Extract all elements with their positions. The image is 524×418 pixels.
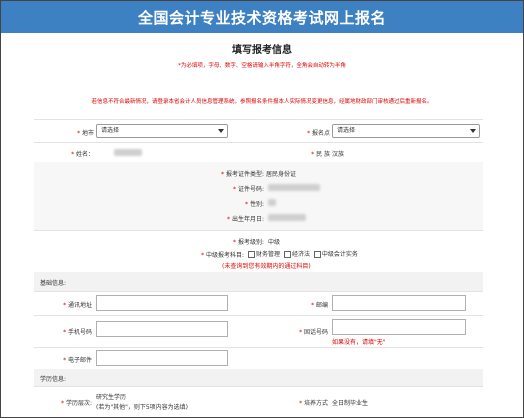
phone-hint: 如果没有，请填"无" <box>332 339 386 346</box>
format-note: *为必填项，字母、数字、空格请输入半角字符，全角会自动转为半角 <box>178 63 346 69</box>
row-address-postcode: * 通讯地址 * 邮编 <box>34 291 483 316</box>
chevron-down-icon <box>470 129 476 133</box>
row-mobile-phone: * 手机号码 * 固话号码 如果没有，请填"无" <box>34 315 483 348</box>
subjects-checkboxes: 财务管理 经济法 中级会计实务 <box>248 249 358 258</box>
id-number-redacted <box>268 184 320 191</box>
subjects-hint: (未查询到您有效期内的通过科目) <box>222 263 311 270</box>
level-block: * 报考级别: 中级 * 中级报考科目: 财务管理 经济法 中级会计实务 (未查… <box>34 230 483 273</box>
subject-checkbox-accounting[interactable] <box>313 251 321 258</box>
ethnic-label: * 民 族 <box>311 151 330 158</box>
education-heading: 学历信息: <box>40 376 67 383</box>
id-number-label: * 证件号码: <box>233 186 264 193</box>
subject-label-law: 经济法 <box>291 251 310 258</box>
subjects-label: * 中级报考科目: <box>201 252 244 259</box>
phone-input[interactable] <box>332 319 466 335</box>
subject-label-accounting: 中级会计实务 <box>321 251 358 258</box>
postcode-input[interactable] <box>332 295 466 311</box>
email-input[interactable] <box>96 350 228 366</box>
region-label: * 地市 <box>77 130 94 137</box>
name-value-redacted <box>114 149 142 156</box>
row-region-site: * 地市 请选择 * 报名点 请选择 <box>34 120 483 143</box>
subject-checkbox-finance[interactable] <box>248 251 255 258</box>
email-label: * 电子邮件 <box>63 357 92 364</box>
id-type-label: * 报考证件类型: <box>221 171 264 178</box>
phone-label: * 固话号码 <box>299 329 328 336</box>
education-level-label: * 学历层次: <box>61 400 92 407</box>
mobile-label: * 手机号码 <box>63 329 92 336</box>
address-input[interactable] <box>96 295 228 311</box>
level-value: 中级 <box>268 239 281 246</box>
level-label: * 报考级别: <box>233 239 264 246</box>
basic-info-heading: 基础信息: <box>40 280 67 287</box>
row-email: * 电子邮件 <box>34 347 483 370</box>
study-mode-label: * 培养方式 <box>299 400 328 407</box>
region-select[interactable]: 请选择 <box>96 124 228 138</box>
top-banner: 全国会计专业技术资格考试网上报名 <box>1 1 523 33</box>
education-level-hint: (若为"其他"，则下5项内容为选填) <box>96 404 189 411</box>
name-label: * 姓名： <box>71 151 94 158</box>
site-select[interactable]: 请选择 <box>332 124 480 138</box>
birth-redacted <box>268 214 306 221</box>
basic-info-section: 基础信息: <box>34 272 483 292</box>
id-info-block: * 报考证件类型: 居民身份证 * 证件号码: * 性别: * 出生年月日: <box>34 162 483 231</box>
gender-redacted <box>268 199 276 206</box>
info-note: 若信息不符合最新情况，请登录本省会计人员信息管理系统，参照报名条件报本人实际情况… <box>91 99 433 105</box>
study-mode-value: 全日制毕业生 <box>332 400 369 407</box>
subject-label-finance: 财务管理 <box>256 251 281 258</box>
registration-form: * 地市 请选择 * 报名点 请选择 * 姓名： * 民 族 汉族 * 报考证件… <box>34 119 483 411</box>
ethnic-value: 汉族 <box>332 151 345 158</box>
address-label: * 通讯地址 <box>63 302 92 309</box>
subject-checkbox-law[interactable] <box>283 251 291 258</box>
birth-label: * 出生年月日: <box>227 216 264 223</box>
row-name-ethnic: * 姓名： * 民 族 汉族 <box>34 142 483 163</box>
row-education: * 学历层次: 研究生学历 (若为"其他"，则下5项内容为选填) * 培养方式 … <box>34 386 483 417</box>
education-section: 学历信息: <box>34 369 483 387</box>
education-level-value: 研究生学历 <box>96 394 127 401</box>
site-title: 全国会计专业技术资格考试网上报名 <box>137 9 386 27</box>
postcode-label: * 邮编 <box>311 302 328 309</box>
site-label: * 报名点 <box>307 130 330 137</box>
id-type-value: 居民身份证 <box>266 171 297 178</box>
application-window: 全国会计专业技术资格考试网上报名 填写报考信息 *为必填项，字母、数字、空格请输… <box>0 0 524 418</box>
mobile-input[interactable] <box>96 321 228 337</box>
page-title: 填写报考信息 <box>232 45 292 56</box>
chevron-down-icon <box>218 129 224 133</box>
gender-label: * 性别: <box>245 201 264 208</box>
